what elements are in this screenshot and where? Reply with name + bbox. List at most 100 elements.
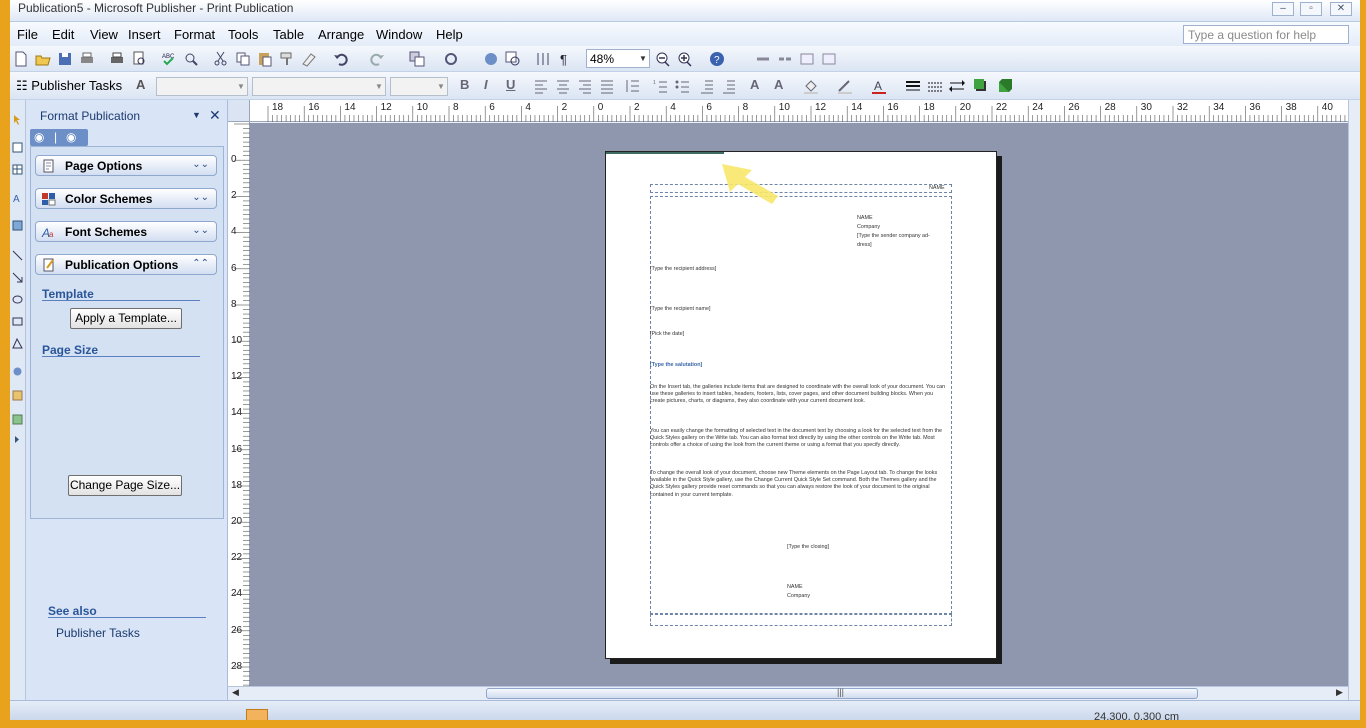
redo-icon[interactable] xyxy=(368,50,386,68)
horizontal-ruler[interactable]: 18 16 14 12 10 8 6 4 2 0 2 4 6 8 10 12 14 16 18 20 22 24 26 28 3… xyxy=(250,100,1348,122)
format-painter-icon[interactable] xyxy=(278,50,296,68)
help-icon[interactable]: ? xyxy=(708,50,726,68)
publisher-tasks-link[interactable]: Publisher Tasks xyxy=(56,626,140,640)
menu-tools[interactable]: Tools xyxy=(228,27,258,42)
fill-color-icon[interactable] xyxy=(802,77,820,95)
italic-button[interactable]: I xyxy=(484,77,488,92)
autoshapes-icon[interactable] xyxy=(12,337,23,349)
menu-table[interactable]: Table xyxy=(273,27,304,42)
publication-page[interactable]: NAME NAME Company [Type the sender compa… xyxy=(605,151,997,659)
back-icon[interactable]: ◉ xyxy=(34,130,44,144)
sender-address-line2[interactable]: dress] xyxy=(857,242,872,249)
closing-name[interactable]: NAME xyxy=(787,584,803,591)
header-name[interactable]: NAME xyxy=(929,185,945,192)
shadow-style-icon[interactable] xyxy=(972,77,990,95)
zoom-in-icon[interactable] xyxy=(676,50,694,68)
section-publication-options[interactable]: Publication Options ⌃⌃ xyxy=(35,254,217,275)
text-box-icon[interactable] xyxy=(12,142,23,153)
design-gallery-icon[interactable] xyxy=(12,390,23,401)
dash-style-icon[interactable] xyxy=(926,77,944,95)
body-paragraph-2[interactable]: You can easily change the formatting of … xyxy=(650,428,948,450)
rotate-icon[interactable] xyxy=(442,50,460,68)
picture-frame-icon[interactable] xyxy=(12,220,23,231)
arrow-icon[interactable] xyxy=(12,272,23,283)
zoom-select[interactable]: 48% ▼ xyxy=(586,49,650,68)
page-navigator-icon[interactable] xyxy=(246,709,268,720)
body-paragraph-1[interactable]: On the Insert tab, the galleries include… xyxy=(650,384,948,406)
increase-font-icon[interactable]: A xyxy=(774,77,783,92)
vertical-ruler[interactable]: 0 2 4 6 8 10 12 14 16 18 20 22 24 26 28 xyxy=(228,122,250,686)
recipient-address[interactable]: [Type the recipient address] xyxy=(650,266,716,273)
special-characters-icon[interactable]: ¶ xyxy=(556,50,574,68)
line-color-icon[interactable] xyxy=(836,77,854,95)
menu-arrange[interactable]: Arrange xyxy=(318,27,364,42)
hotspot-icon[interactable] xyxy=(12,366,23,377)
spelling-icon[interactable]: ABC xyxy=(160,50,178,68)
horizontal-scroll-thumb[interactable]: ||| xyxy=(486,687,1198,699)
oval-icon[interactable] xyxy=(12,294,23,305)
line-spacing-icon[interactable] xyxy=(624,77,642,95)
help-search-input[interactable]: Type a question for help xyxy=(1183,25,1349,44)
connect-text-icon[interactable] xyxy=(754,50,772,68)
maximize-button[interactable]: ▫ xyxy=(1300,2,1322,16)
zoom-object-icon[interactable] xyxy=(504,50,522,68)
horizontal-scrollbar[interactable]: ◀ ||| ▶ xyxy=(228,686,1348,700)
closing[interactable]: [Type the closing] xyxy=(787,544,829,551)
numbering-icon[interactable]: 1 xyxy=(652,77,670,95)
justify-icon[interactable] xyxy=(598,77,616,95)
font-size-select[interactable]: ▼ xyxy=(390,77,448,96)
section-font-schemes[interactable]: Aa Font Schemes ⌄⌄ xyxy=(35,221,217,242)
undo-icon[interactable] xyxy=(332,50,350,68)
font-color-icon[interactable]: A xyxy=(870,77,888,95)
forward-icon[interactable]: ◉ xyxy=(66,130,76,144)
increase-indent-icon[interactable] xyxy=(720,77,738,95)
date-field[interactable]: [Pick the date] xyxy=(650,331,684,338)
cut-icon[interactable] xyxy=(212,50,230,68)
expand-toolbar-icon[interactable] xyxy=(12,434,23,445)
bold-button[interactable]: B xyxy=(460,77,469,92)
previous-frame-icon[interactable] xyxy=(798,50,816,68)
open-icon[interactable] xyxy=(34,50,52,68)
print-preview-icon[interactable] xyxy=(130,50,148,68)
break-link-icon[interactable] xyxy=(776,50,794,68)
style-select[interactable]: ▼ xyxy=(156,77,248,96)
next-frame-icon[interactable] xyxy=(820,50,838,68)
select-objects-icon[interactable] xyxy=(12,114,23,125)
bring-forward-icon[interactable] xyxy=(408,50,426,68)
sender-address-line1[interactable]: [Type the sender company ad- xyxy=(857,233,930,240)
copy-icon[interactable] xyxy=(234,50,252,68)
clear-format-icon[interactable] xyxy=(300,50,318,68)
rectangle-icon[interactable] xyxy=(12,316,23,327)
paste-icon[interactable] xyxy=(256,50,274,68)
minimize-button[interactable]: – xyxy=(1272,2,1294,16)
menu-edit[interactable]: Edit xyxy=(52,27,74,42)
task-pane-close-icon[interactable]: ✕ xyxy=(209,107,221,124)
hyperlink-icon[interactable] xyxy=(482,50,500,68)
close-window-button[interactable]: ✕ xyxy=(1330,2,1352,16)
line-icon[interactable] xyxy=(12,250,23,261)
scroll-right-icon[interactable]: ▶ xyxy=(1336,687,1343,698)
task-pane-menu-icon[interactable]: ▼ xyxy=(192,110,201,120)
bullets-icon[interactable] xyxy=(674,77,692,95)
sender-name[interactable]: NAME xyxy=(857,215,873,222)
menu-insert[interactable]: Insert xyxy=(128,27,161,42)
body-paragraph-3[interactable]: To change the overall look of your docum… xyxy=(650,470,948,499)
3d-style-icon[interactable] xyxy=(996,77,1014,95)
section-page-options[interactable]: Page Options ⌄⌄ xyxy=(35,155,217,176)
salutation[interactable]: [Type the salutation] xyxy=(650,362,702,369)
columns-icon[interactable] xyxy=(534,50,552,68)
table-icon[interactable] xyxy=(12,164,23,175)
catalog-icon[interactable] xyxy=(12,414,23,425)
align-right-icon[interactable] xyxy=(576,77,594,95)
scroll-left-icon[interactable]: ◀ xyxy=(232,687,239,698)
wordart-icon[interactable]: A xyxy=(12,192,23,205)
decrease-font-icon[interactable]: A xyxy=(750,77,759,92)
sender-company[interactable]: Company xyxy=(857,224,880,231)
zoom-out-icon[interactable] xyxy=(654,50,672,68)
recipient-name[interactable]: [Type the recipient name] xyxy=(650,306,711,313)
arrow-style-icon[interactable] xyxy=(948,77,966,95)
decrease-indent-icon[interactable] xyxy=(698,77,716,95)
align-center-icon[interactable] xyxy=(554,77,572,95)
menu-format[interactable]: Format xyxy=(174,27,215,42)
print-icon[interactable] xyxy=(108,50,126,68)
